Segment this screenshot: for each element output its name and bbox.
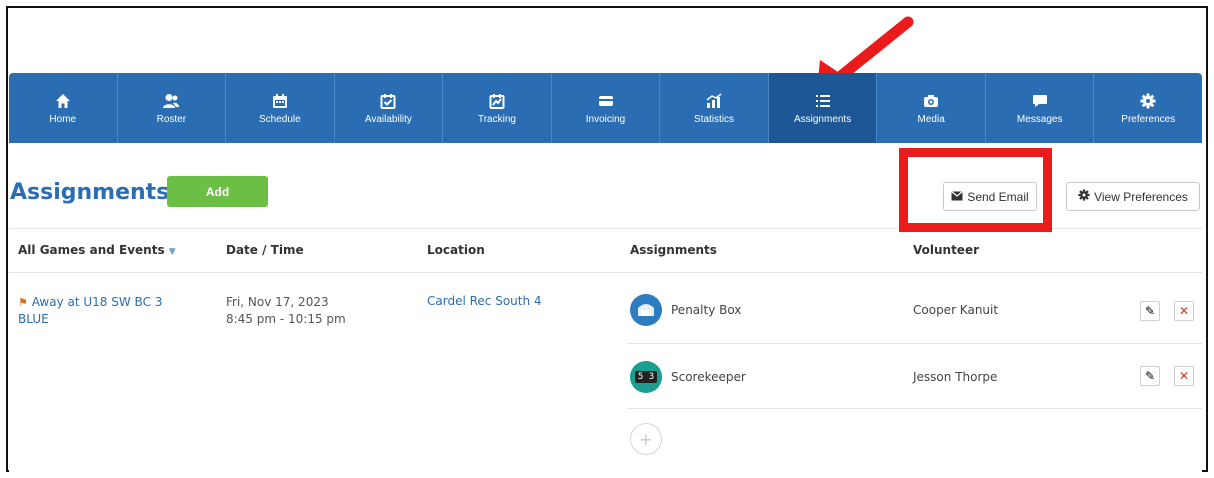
pencil-icon: ✎ <box>1144 369 1156 383</box>
nav-home-label: Home <box>49 113 77 125</box>
delete-button-1[interactable]: ✕ <box>1174 301 1194 321</box>
header-divider <box>9 272 1202 273</box>
event-filter-header[interactable]: All Games and Events ▼ <box>18 243 176 257</box>
home-icon <box>54 92 72 110</box>
event-link[interactable]: ⚑ Away at U18 SW BC 3 BLUE <box>18 294 178 328</box>
nav-statistics-label: Statistics <box>694 113 735 125</box>
close-icon: ✕ <box>1178 304 1190 318</box>
location-link[interactable]: Cardel Rec South 4 <box>427 294 542 308</box>
event-time: 8:45 pm - 10:15 pm <box>226 312 346 326</box>
event-datetime: Fri, Nov 17, 2023 8:45 pm - 10:15 pm <box>226 294 346 328</box>
delete-button-2[interactable]: ✕ <box>1174 366 1194 386</box>
nav-tracking-label: Tracking <box>477 113 516 125</box>
row-divider <box>627 408 1202 409</box>
assignments-header: Assignments <box>630 243 717 257</box>
pencil-icon: ✎ <box>1144 304 1156 318</box>
nav-schedule-label: Schedule <box>259 113 301 125</box>
nav-home[interactable]: Home <box>9 73 118 143</box>
gear-icon <box>1139 92 1157 110</box>
nav-roster[interactable]: Roster <box>118 73 227 143</box>
nav-invoicing-label: Invoicing <box>585 113 626 125</box>
plus-icon: + <box>639 429 653 449</box>
edit-button-1[interactable]: ✎ <box>1140 301 1160 321</box>
main-nav: Home Roster Schedule Availability Tracki… <box>9 73 1202 143</box>
page-title: Assignments <box>10 180 170 205</box>
nav-assignments-label: Assignments <box>793 113 852 125</box>
list-icon <box>814 92 832 110</box>
score-display: 5 3 <box>634 371 658 383</box>
nav-availability[interactable]: Availability <box>335 73 444 143</box>
nav-availability-label: Availability <box>364 113 412 125</box>
users-icon <box>162 92 180 110</box>
assignments-table <box>9 228 1202 478</box>
envelope-icon <box>951 190 964 204</box>
close-icon: ✕ <box>1178 369 1190 383</box>
nav-preferences-label: Preferences <box>1121 113 1176 125</box>
nav-messages-label: Messages <box>1016 113 1063 125</box>
event-date: Fri, Nov 17, 2023 <box>226 295 329 309</box>
nav-statistics[interactable]: Statistics <box>660 73 769 143</box>
assignment-role-2: Scorekeeper <box>671 370 746 384</box>
event-title: Away at U18 SW BC 3 BLUE <box>18 295 163 326</box>
nav-roster-label: Roster <box>156 113 187 125</box>
send-email-label: Send Email <box>967 189 1029 204</box>
send-email-button[interactable]: Send Email <box>943 182 1037 211</box>
assignment-role-1: Penalty Box <box>671 303 742 317</box>
check-calendar-icon <box>379 92 397 110</box>
scoreboard-icon: 5 3 <box>630 361 662 393</box>
view-preferences-button[interactable]: View Preferences <box>1066 182 1200 211</box>
flag-icon: ⚑ <box>18 296 28 309</box>
datetime-header: Date / Time <box>226 243 304 257</box>
tracking-icon <box>488 92 506 110</box>
dropdown-triangle-icon: ▼ <box>168 247 176 257</box>
view-preferences-label: View Preferences <box>1094 189 1188 204</box>
stats-icon <box>705 92 723 110</box>
row-divider <box>627 343 1202 344</box>
edit-button-2[interactable]: ✎ <box>1140 366 1160 386</box>
nav-media-label: Media <box>917 113 945 125</box>
penalty-box-icon <box>630 294 662 326</box>
gear-icon <box>1078 189 1090 204</box>
nav-preferences[interactable]: Preferences <box>1094 73 1202 143</box>
event-filter-label: All Games and Events <box>18 243 165 257</box>
nav-messages[interactable]: Messages <box>986 73 1095 143</box>
chat-icon <box>1031 92 1049 110</box>
volunteer-2: Jesson Thorpe <box>913 370 998 384</box>
nav-schedule[interactable]: Schedule <box>226 73 335 143</box>
add-button[interactable]: Add <box>167 176 268 207</box>
nav-invoicing[interactable]: Invoicing <box>552 73 661 143</box>
camera-icon <box>922 92 940 110</box>
calendar-icon <box>271 92 289 110</box>
nav-assignments[interactable]: Assignments <box>768 73 878 143</box>
volunteer-1: Cooper Kanuit <box>913 303 999 317</box>
add-assignment-button[interactable]: + <box>630 423 662 455</box>
nav-media[interactable]: Media <box>877 73 986 143</box>
nav-tracking[interactable]: Tracking <box>443 73 552 143</box>
location-header: Location <box>427 243 485 257</box>
card-icon <box>597 92 615 110</box>
volunteer-header: Volunteer <box>913 243 980 257</box>
